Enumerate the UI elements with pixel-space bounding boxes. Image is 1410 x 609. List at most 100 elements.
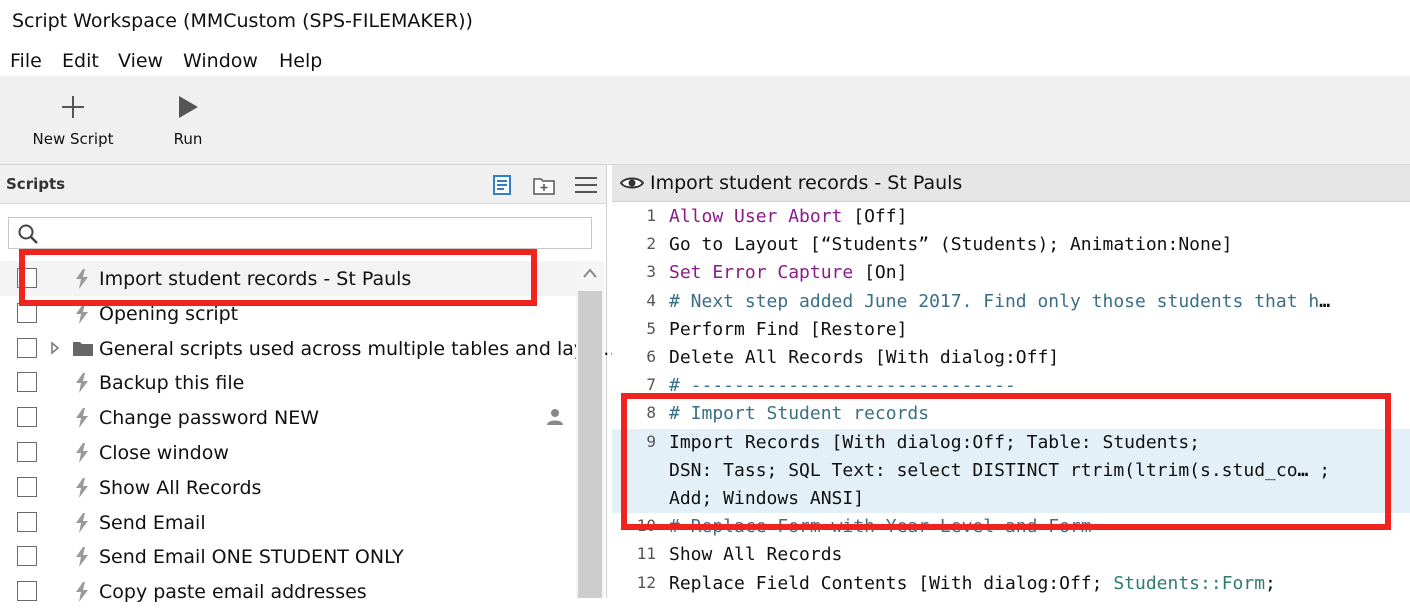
script-checkbox[interactable] [17,337,37,358]
script-step-line[interactable]: 4 # Next step added June 2017. Find only … [612,288,1410,316]
script-list-item[interactable]: General scripts used across multiple tab… [0,331,616,366]
script-checkbox[interactable] [17,581,37,602]
script-list-item[interactable]: Import student records - St Pauls [0,261,576,296]
step-content: Allow User Abort [Off] [669,206,907,227]
script-search-input[interactable] [8,217,592,249]
step-content: # Import Student records [669,403,929,424]
script-list-item[interactable]: Close window [0,435,576,470]
new-script-button[interactable]: New Script [28,84,118,160]
script-name: Send Email [99,511,206,534]
script-editor-panel: Import student records - St Pauls 1 Allow… [612,165,1410,598]
step-content: # Replace Form with Year Level and Form [669,516,1092,537]
script-list-item[interactable]: Show All Records [0,470,576,505]
step-text-end: ; [1265,572,1276,594]
step-text: Delete All Records [With dialog:Off] [669,347,1060,368]
window-titlebar: Script Workspace (MMCustom (SPS-FILEMAKE… [0,0,1410,42]
script-list-scrollbar[interactable] [576,261,604,598]
line-number: 2 [646,234,656,254]
script-list-item[interactable]: Change password NEW [0,400,576,435]
script-checkbox[interactable] [17,372,37,393]
script-step-line[interactable]: 5 Perform Find [Restore] [612,316,1410,344]
menu-edit[interactable]: Edit [62,50,99,72]
script-step-line[interactable]: 2 Go to Layout [“Students” (Students); An… [612,231,1410,259]
line-number: 9 [646,431,656,451]
step-text-end: ; [1308,459,1331,481]
step-content: Delete All Records [With dialog:Off] [669,347,1059,368]
script-checkbox[interactable] [17,476,37,497]
script-icon [76,512,88,533]
script-step-line[interactable]: 7 # ------------------------------ [612,372,1410,400]
step-text: Go to Layout [“Students” (Students); Ani… [669,234,1233,256]
script-step-line[interactable]: 6 Delete All Records [With dialog:Off] [612,344,1410,372]
step-text: Add; Windows ANSI] [669,488,865,509]
menu-file[interactable]: File [10,50,42,72]
script-icon [76,547,88,568]
script-step-line[interactable]: 9 Import Records [With dialog:Off; Table:… [612,428,1410,457]
eye-icon [620,177,644,189]
script-name: Copy paste email addresses [99,581,367,604]
editor-header: Import student records - St Pauls [612,165,1410,202]
script-name: Close window [99,442,229,464]
script-checkbox[interactable] [17,268,37,288]
line-number: 6 [646,347,656,366]
script-step-line[interactable]: 3 Set Error Capture [On] [612,259,1410,287]
step-content: Set Error Capture [On] [669,262,907,283]
script-list-item[interactable]: Opening script [0,296,576,331]
step-keyword: Set Error Capture [669,262,854,284]
step-content: Perform Find [Restore] [669,319,907,340]
script-checkbox[interactable] [17,511,37,532]
run-button[interactable]: Run [160,84,216,160]
menu-bar: File Edit View Window Help [0,42,1410,76]
new-folder-icon[interactable] [532,173,556,197]
script-icon [76,477,88,498]
line-number: 7 [646,375,656,395]
script-name: General scripts used across multiple tab… [99,337,616,360]
window-title: Script Workspace (MMCustom (SPS-FILEMAKE… [12,10,473,32]
expand-triangle-icon[interactable] [50,340,60,355]
script-name: Show All Records [99,476,262,499]
step-content: Add; Windows ANSI] [669,488,864,509]
step-content: Replace Field Contents [With dialog:Off;… [669,573,1276,594]
script-list-item[interactable]: Copy paste email addresses [0,574,576,609]
script-list-item[interactable]: Send Email ONE STUDENT ONLY [0,539,576,574]
step-text: Show All Records [669,544,843,566]
scrollbar-thumb[interactable] [578,291,602,598]
script-checkbox[interactable] [17,407,37,428]
menu-window[interactable]: Window [183,50,258,72]
script-name: Import student records - St Pauls [99,268,412,290]
editor-title: Import student records - St Pauls [650,172,963,194]
script-name: Send Email ONE STUDENT ONLY [99,546,404,569]
scripts-panel: Scripts Import student records - St Paul… [0,165,616,603]
user-icon [547,409,563,426]
script-step-line[interactable]: 1 Allow User Abort [Off] [612,203,1410,231]
script-list-item[interactable]: Backup this file [0,365,576,400]
step-content: DSN: Tass; SQL Text: select DISTINCT rtr… [669,460,1330,481]
menu-help[interactable]: Help [279,50,322,72]
menu-lines-icon[interactable] [574,173,598,197]
script-steps[interactable]: 1 Allow User Abort [Off] 2 Go to Layout [“S… [612,203,1410,598]
step-text: # Import Student records [669,403,930,425]
script-step-line[interactable]: 12 Replace Field Contents [With dialog:Of… [612,570,1410,598]
script-checkbox[interactable] [17,302,37,323]
script-step-line[interactable]: DSN: Tass; SQL Text: select DISTINCT rtr… [612,456,1410,485]
step-text: [Off] [842,206,908,227]
script-list-item[interactable]: Send Email [0,505,576,540]
line-number: 10 [636,516,656,536]
script-step-line[interactable]: Add; Windows ANSI] [612,485,1410,513]
line-number: 11 [636,544,656,564]
line-number: 12 [636,572,656,592]
script-step-line[interactable]: 10 # Replace Form with Year Level and For… [612,513,1410,541]
scripts-panel-title: Scripts [6,175,66,193]
script-step-line[interactable]: 11 Show All Records [612,541,1410,569]
script-checkbox[interactable] [17,442,37,462]
line-number: 3 [646,262,656,282]
chevron-up-icon[interactable] [582,267,598,279]
script-step-line[interactable]: 8 # Import Student records [612,400,1410,428]
step-content: # Next step added June 2017. Find only t… [669,291,1330,312]
script-checkbox[interactable] [17,546,37,567]
script-view-icon[interactable] [490,173,514,197]
step-content: Import Records [With dialog:Off; Table: … [669,432,1200,453]
toolbar: New Script Run [0,76,1410,165]
menu-view[interactable]: View [118,50,163,72]
plus-icon [62,96,84,118]
